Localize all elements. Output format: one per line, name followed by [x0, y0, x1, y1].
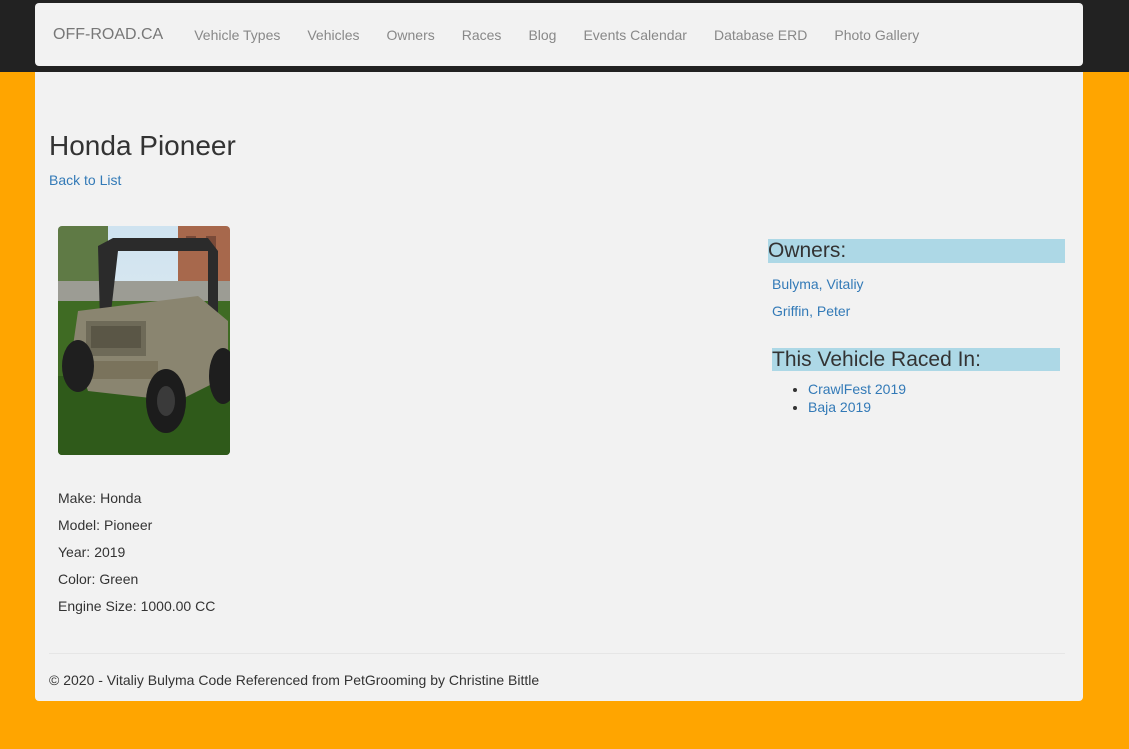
detail-value: Green [99, 571, 139, 587]
detail-model: Model: Pioneer [58, 517, 215, 544]
detail-label: Color: [58, 571, 96, 587]
nav-races[interactable]: Races [462, 27, 502, 43]
nav-database-erd[interactable]: Database ERD [714, 27, 807, 43]
brand-link[interactable]: OFF-ROAD.CA [53, 26, 163, 44]
nav-blog[interactable]: Blog [528, 27, 556, 43]
owners-heading: Owners: [768, 239, 1065, 263]
footer-divider [49, 653, 1065, 654]
detail-value: Honda [100, 490, 142, 506]
detail-label: Year: [58, 544, 91, 560]
navbar: OFF-ROAD.CA Vehicle Types Vehicles Owner… [35, 3, 1083, 66]
nav-photo-gallery[interactable]: Photo Gallery [834, 27, 919, 43]
vehicle-details: Make: Honda Model: Pioneer Year: 2019 Color… [58, 490, 215, 625]
owner-link[interactable]: Griffin, Peter [772, 303, 850, 319]
detail-label: Make: [58, 490, 97, 506]
detail-make: Make: Honda [58, 490, 215, 517]
races-heading: This Vehicle Raced In: [772, 348, 1060, 371]
race-link[interactable]: Baja 2019 [808, 399, 871, 415]
vehicle-photo [58, 226, 230, 455]
main-content: Honda Pioneer Back to List Make: Honda M… [35, 72, 1083, 701]
detail-label: Engine Size: [58, 598, 137, 614]
back-to-list-link[interactable]: Back to List [49, 172, 121, 188]
race-link[interactable]: CrawlFest 2019 [808, 381, 906, 397]
race-list-item: CrawlFest 2019 [808, 380, 906, 398]
nav-vehicle-types[interactable]: Vehicle Types [194, 27, 280, 43]
nav-owners[interactable]: Owners [387, 27, 435, 43]
detail-engine-size: Engine Size: 1000.00 CC [58, 598, 215, 625]
detail-label: Model: [58, 517, 101, 533]
footer-text: © 2020 - Vitaliy Bulyma Code Referenced … [49, 672, 540, 688]
detail-value: Pioneer [104, 517, 153, 533]
race-list-item: Baja 2019 [808, 398, 906, 416]
nav-events-calendar[interactable]: Events Calendar [583, 27, 687, 43]
detail-value: 1000.00 CC [140, 598, 216, 614]
page-title: Honda Pioneer [49, 130, 236, 161]
race-list: CrawlFest 2019 Baja 2019 [808, 380, 906, 416]
detail-value: 2019 [94, 544, 126, 560]
detail-year: Year: 2019 [58, 544, 215, 571]
vehicle-photo-image [58, 226, 230, 455]
detail-color: Color: Green [58, 571, 215, 598]
owner-link[interactable]: Bulyma, Vitaliy [772, 276, 864, 292]
nav-vehicles[interactable]: Vehicles [307, 27, 359, 43]
